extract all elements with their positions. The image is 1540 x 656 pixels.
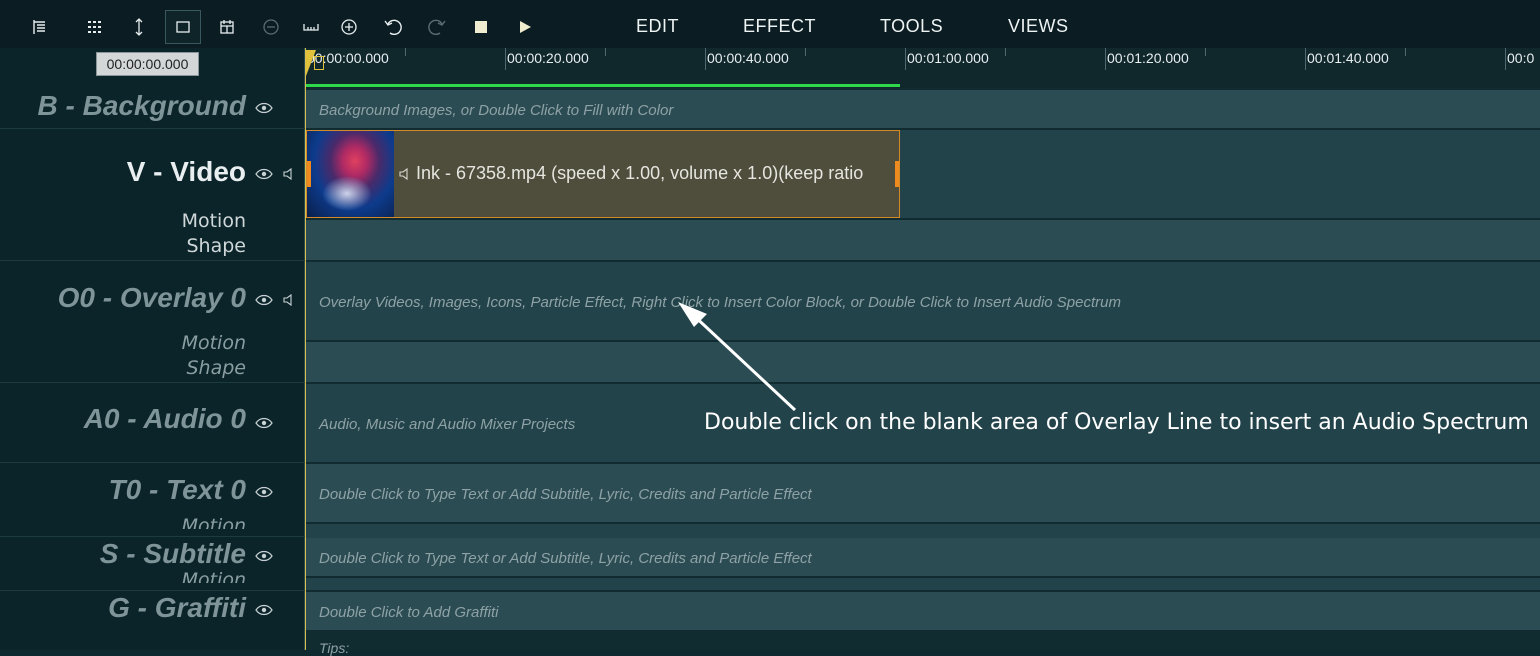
render-progress-bar	[305, 84, 900, 87]
eye-icon[interactable]	[255, 102, 273, 114]
lane-subtitle-motion[interactable]	[306, 578, 1540, 590]
lane-hint: Double Click to Type Text or Add Subtitl…	[319, 486, 812, 503]
menu-effect[interactable]: EFFECT	[743, 16, 816, 37]
undo-icon[interactable]	[375, 10, 411, 44]
eye-icon[interactable]	[255, 550, 273, 562]
clip-speaker-icon	[399, 167, 408, 181]
track-labels-panel: B - Background V - Video Motion Shape O0…	[0, 88, 305, 650]
menu-views[interactable]: VIEWS	[1008, 16, 1069, 37]
lane-subtitle[interactable]: Double Click to Type Text or Add Subtitl…	[306, 538, 1540, 576]
play-icon[interactable]	[507, 10, 543, 44]
lane-overlay-motion[interactable]	[306, 342, 1540, 382]
eye-icon[interactable]	[255, 294, 273, 306]
track-name-audio[interactable]: A0 - Audio 0	[84, 403, 246, 435]
track-name-graffiti[interactable]: G - Graffiti	[108, 592, 246, 624]
calendar-icon[interactable]	[209, 10, 245, 44]
stop-icon[interactable]	[463, 10, 499, 44]
eye-icon[interactable]	[255, 168, 273, 180]
eye-icon[interactable]	[255, 486, 273, 498]
redo-icon[interactable]	[419, 10, 455, 44]
lane-text[interactable]: Double Click to Type Text or Add Subtitl…	[306, 464, 1540, 522]
tips-label: Tips:	[319, 640, 350, 656]
zoom-out-icon[interactable]	[253, 10, 289, 44]
lane-video-motion[interactable]	[306, 220, 1540, 260]
lane-overlay[interactable]: Overlay Videos, Images, Icons, Particle …	[306, 262, 1540, 340]
track-list-icon[interactable]	[22, 10, 58, 44]
toolbar: EDIT EFFECT TOOLS VIEWS	[0, 0, 1540, 49]
fit-icon[interactable]	[293, 10, 329, 44]
divider	[0, 382, 305, 383]
clip-thumbnail	[307, 131, 394, 217]
divider	[0, 462, 305, 463]
speaker-icon[interactable]	[283, 167, 295, 181]
divider	[0, 128, 305, 129]
vertical-resize-icon[interactable]	[121, 10, 157, 44]
lane-background[interactable]: Background Images, or Double Click to Fi…	[306, 90, 1540, 128]
timecode-display: 00:00:00.000	[96, 52, 199, 76]
select-rect-icon[interactable]	[165, 10, 201, 44]
playhead-handle[interactable]	[314, 56, 324, 70]
clip-left-handle[interactable]	[307, 161, 311, 187]
video-motion-label[interactable]: Motion	[182, 210, 246, 232]
overlay-shape-label[interactable]: Shape	[187, 357, 247, 379]
menu-tools[interactable]: TOOLS	[880, 16, 943, 37]
time-ruler[interactable]: 00:00:00.000 00:00:20.000 00:00:40.000 0…	[305, 48, 1540, 89]
track-name-overlay[interactable]: O0 - Overlay 0	[58, 282, 246, 314]
speaker-icon[interactable]	[283, 293, 295, 307]
zoom-in-icon[interactable]	[331, 10, 367, 44]
lane-hint: Background Images, or Double Click to Fi…	[319, 102, 674, 119]
track-name-background[interactable]: B - Background	[38, 90, 246, 122]
lane-hint: Double Click to Add Graffiti	[319, 604, 499, 621]
lane-hint: Overlay Videos, Images, Icons, Particle …	[319, 294, 1121, 311]
video-clip[interactable]: Ink - 67358.mp4 (speed x 1.00, volume x …	[306, 130, 900, 218]
clip-right-handle[interactable]	[895, 161, 899, 187]
menu-edit[interactable]: EDIT	[636, 16, 679, 37]
grid-icon[interactable]	[77, 10, 113, 44]
subtitle-motion-label[interactable]: Motion	[182, 569, 246, 583]
video-shape-label[interactable]: Shape	[187, 235, 247, 257]
track-name-text[interactable]: T0 - Text 0	[109, 474, 246, 506]
lane-hint: Double Click to Type Text or Add Subtitl…	[319, 550, 812, 567]
text-motion-label[interactable]: Motion	[182, 515, 246, 529]
lane-hint: Audio, Music and Audio Mixer Projects	[319, 416, 576, 433]
divider	[0, 536, 305, 537]
track-name-video[interactable]: V - Video	[127, 156, 246, 188]
eye-icon[interactable]	[255, 604, 273, 616]
clip-label: Ink - 67358.mp4 (speed x 1.00, volume x …	[416, 163, 864, 183]
lane-graffiti[interactable]: Double Click to Add Graffiti	[306, 592, 1540, 630]
playhead-line[interactable]	[305, 48, 306, 650]
divider	[0, 260, 305, 261]
overlay-motion-label[interactable]: Motion	[182, 332, 246, 354]
eye-icon[interactable]	[255, 417, 273, 429]
annotation-text: Double click on the blank area of Overla…	[704, 410, 1529, 435]
track-name-subtitle[interactable]: S - Subtitle	[100, 538, 246, 570]
divider	[0, 590, 305, 591]
lane-text-motion[interactable]	[306, 524, 1540, 538]
